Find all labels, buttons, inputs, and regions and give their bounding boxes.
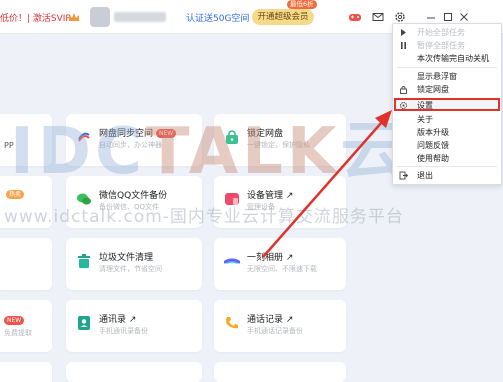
menu-help[interactable]: 使用帮助 — [417, 152, 449, 165]
upgrade-button[interactable]: 开通超级会员 — [252, 9, 314, 25]
menu-start-all[interactable]: 开始全部任务 — [417, 26, 465, 39]
card-title: 垃圾文件清理 — [99, 253, 154, 263]
menu-about[interactable]: 关于 — [417, 113, 433, 126]
card-title: 微信QQ文件备份 — [99, 191, 168, 201]
card-partial-1[interactable] — [66, 362, 202, 382]
card-call-logs[interactable]: 通话记录 ↗ 手机通话记录备份 — [214, 300, 346, 352]
gear-icon — [400, 102, 407, 109]
card-subtitle: 手机通话记录备份 — [247, 327, 303, 335]
exit-icon — [399, 171, 408, 180]
promo-link[interactable]: 低价！| 激活SVIP — [0, 11, 71, 24]
left-card-1[interactable]: PP — [0, 114, 52, 166]
lock-icon — [226, 130, 238, 144]
card-contacts[interactable]: 通讯录 ↗ 手机通讯录备份 — [66, 300, 202, 352]
menu-auto-shutdown[interactable]: 本次传输完自动关机 — [417, 52, 489, 65]
maximize-icon[interactable] — [441, 10, 455, 24]
wechat-icon — [77, 193, 91, 205]
new-tag: NEW — [156, 129, 177, 138]
card-junk-cleanup[interactable]: 垃圾文件清理 清理文件，节省空间 — [66, 238, 202, 290]
new-tag: NEW — [4, 316, 25, 325]
menu-feedback[interactable]: 问题反馈 — [417, 139, 449, 152]
close-icon[interactable] — [457, 10, 471, 24]
crown-icon — [69, 13, 79, 21]
contacts-icon — [78, 316, 90, 330]
card-device-management[interactable]: 设备管理 ↗ 管理设备 — [214, 176, 346, 228]
card-sync-space[interactable]: 网盘同步空间 NEW 自动同步，办公神器 — [66, 114, 202, 166]
card-subtitle: 备份微信、QQ文件 — [99, 203, 160, 211]
menu-separator — [397, 67, 497, 68]
settings-highlight-box — [394, 98, 500, 111]
left-card-3[interactable] — [0, 238, 52, 290]
card-subtitle: 管理设备 — [247, 203, 275, 211]
left-card-subtitle: 免费提取 — [4, 329, 32, 337]
left-card-2[interactable]: 热卖 — [0, 176, 52, 228]
hot-tag: 热卖 — [6, 190, 25, 199]
upgrade-badge: 最低6折 — [287, 0, 317, 9]
album-icon — [224, 258, 240, 264]
card-title: 网盘同步空间 NEW — [99, 126, 177, 139]
card-subtitle: 清理文件，节省空间 — [99, 265, 162, 273]
menu-show-floating[interactable]: 显示悬浮窗 — [417, 70, 457, 83]
mail-icon[interactable] — [371, 10, 385, 24]
menu-upgrade[interactable]: 版本升级 — [417, 126, 449, 139]
left-card-pp: PP — [4, 141, 14, 150]
menu-separator — [397, 166, 497, 167]
menu-pause-all[interactable]: 暂停全部任务 — [417, 39, 465, 52]
left-card-4[interactable]: NEW 免费提取 — [0, 300, 52, 352]
minimize-icon[interactable] — [424, 10, 438, 24]
card-wechat-backup[interactable]: 微信QQ文件备份 备份微信、QQ文件 — [66, 176, 202, 228]
gamepad-icon[interactable] — [348, 10, 362, 24]
auth-link[interactable]: 认证送50G空间 — [186, 11, 249, 24]
card-title: 设备管理 ↗ — [247, 191, 294, 201]
menu-settings[interactable]: 设置 — [417, 99, 433, 112]
card-subtitle: 无限空间、不限速下载 — [247, 265, 317, 273]
gear-icon[interactable] — [393, 10, 407, 24]
card-lock-drive[interactable]: 锁定网盘 一键锁定，保护隐私 — [214, 114, 346, 166]
sync-icon — [77, 130, 91, 144]
username-blurred — [114, 12, 166, 22]
phone-icon — [226, 317, 238, 329]
card-title: 通讯录 ↗ — [99, 315, 137, 325]
card-title: 一刻相册 ↗ — [247, 253, 294, 263]
avatar[interactable] — [90, 7, 110, 27]
settings-menu: 开始全部任务 暂停全部任务 本次传输完自动关机 显示悬浮窗 锁定网盘 设置 关于… — [392, 23, 502, 185]
card-subtitle: 自动同步，办公神器 — [99, 141, 162, 149]
menu-exit[interactable]: 退出 — [417, 169, 433, 182]
card-title: 锁定网盘 — [247, 129, 284, 139]
card-title: 通话记录 ↗ — [247, 315, 294, 325]
left-card-5[interactable] — [0, 362, 52, 382]
card-photo-album[interactable]: 一刻相册 ↗ 无限空间、不限速下载 — [214, 238, 346, 290]
menu-lock-drive[interactable]: 锁定网盘 — [417, 83, 449, 96]
play-icon — [401, 29, 406, 36]
device-icon — [225, 193, 239, 205]
card-subtitle: 一键锁定，保护隐私 — [247, 141, 310, 149]
pause-icon — [401, 42, 406, 49]
lock-icon — [400, 86, 407, 94]
card-subtitle: 手机通讯录备份 — [99, 327, 148, 335]
trash-icon — [78, 254, 90, 268]
card-partial-2[interactable] — [214, 362, 346, 382]
